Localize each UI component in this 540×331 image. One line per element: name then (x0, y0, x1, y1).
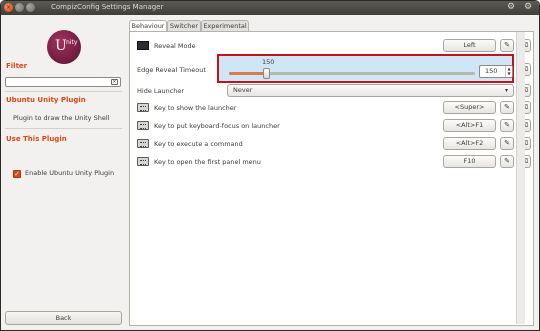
edge-reveal-highlight: 150 150 ▲ ▼ (217, 54, 514, 83)
logo-suffix: nity (66, 39, 78, 46)
enable-plugin-label[interactable]: Enable Ubuntu Unity Plugin (25, 169, 120, 178)
window-title: CompizConfig Settings Manager (51, 3, 164, 11)
keyboard-focus-row: Key to put keyboard-focus on launcher <A… (130, 117, 533, 134)
sidebar: U nity Filter × Ubuntu Unity Plugin Plug… (1, 15, 126, 330)
keyboard-icon (137, 103, 149, 112)
execute-command-label: Key to execute a command (154, 140, 243, 148)
panel-menu-key-button[interactable]: F10 (443, 155, 496, 168)
reveal-mode-button[interactable]: Left (443, 39, 496, 52)
back-button[interactable]: Back (5, 311, 122, 325)
keyboard-focus-key-button[interactable]: <Alt>F1 (443, 119, 496, 132)
hide-launcher-label: Hide Launcher (137, 87, 185, 95)
use-plugin-heading: Use This Plugin (6, 135, 67, 143)
title-bar: × CompizConfig Settings Manager ⚙ ⚙ (1, 1, 539, 15)
slider-handle[interactable] (263, 68, 270, 79)
execute-command-key-button[interactable]: <Alt>F2 (443, 137, 496, 150)
window-minimize-button[interactable] (15, 3, 24, 12)
hide-launcher-select[interactable]: Never ▾ (227, 84, 514, 97)
divider (5, 91, 122, 92)
spinbox-arrows[interactable]: ▲ ▼ (505, 66, 512, 77)
window-close-button[interactable]: × (4, 3, 13, 12)
keyboard-icon (137, 157, 149, 166)
plugin-heading: Ubuntu Unity Plugin (6, 96, 86, 104)
window-maximize-button[interactable] (26, 3, 35, 12)
edit-icon[interactable]: ✎ (500, 119, 514, 132)
edit-icon[interactable]: ✎ (500, 101, 514, 114)
edit-icon[interactable]: ✎ (500, 155, 514, 168)
filter-input[interactable]: × (5, 77, 121, 87)
slider-value-label: 150 (262, 58, 275, 66)
panel-menu-label: Key to open the first panel menu (154, 158, 261, 166)
show-launcher-key-button[interactable]: <Super> (443, 101, 496, 114)
edge-reveal-label: Edge Reveal Timeout (137, 66, 206, 74)
filter-heading: Filter (6, 62, 28, 70)
filter-clear-icon[interactable]: × (111, 79, 118, 85)
tab-switcher[interactable]: Switcher (167, 20, 201, 31)
hide-launcher-row: Hide Launcher Never ▾ ⌫ (130, 82, 533, 99)
unity-logo: U nity (47, 30, 81, 64)
hide-launcher-value: Never (233, 86, 253, 94)
enable-plugin-checkbox[interactable]: ✓ (13, 170, 21, 178)
vertical-scrollbar[interactable] (516, 32, 525, 324)
keyboard-icon (137, 121, 149, 130)
settings-gear-icon[interactable]: ⚙ (524, 2, 532, 12)
spin-down-icon[interactable]: ▼ (506, 71, 512, 76)
edge-reveal-spinbox[interactable]: 150 ▲ ▼ (479, 65, 513, 78)
divider (5, 128, 122, 129)
spinbox-value: 150 (485, 67, 498, 75)
tab-experimental[interactable]: Experimental (201, 20, 249, 31)
reveal-mode-row: Reveal Mode Left ✎ ⌫ (130, 37, 533, 54)
ccsm-window: × CompizConfig Settings Manager ⚙ ⚙ U ni… (0, 0, 540, 331)
chevron-down-icon: ▾ (504, 87, 508, 94)
monitor-icon (137, 41, 149, 50)
edit-icon[interactable]: ✎ (500, 137, 514, 150)
edge-reveal-slider[interactable] (229, 68, 475, 79)
execute-command-row: Key to execute a command <Alt>F2 ✎ ⌫ (130, 135, 533, 152)
keyboard-icon (137, 139, 149, 148)
keyboard-focus-label: Key to put keyboard-focus on launcher (154, 122, 280, 130)
show-launcher-label: Key to show the launcher (154, 104, 237, 112)
plugin-description: Plugin to draw the Unity Shell (13, 114, 110, 122)
gear-icon[interactable]: ⚙ (507, 2, 515, 12)
settings-panel: Reveal Mode Left ✎ ⌫ Edge Reveal Timeout… (129, 31, 534, 326)
reveal-mode-label: Reveal Mode (154, 42, 196, 50)
slider-fill (229, 72, 266, 75)
show-launcher-row: Key to show the launcher <Super> ✎ ⌫ (130, 99, 533, 116)
edit-icon[interactable]: ✎ (500, 39, 514, 52)
panel-menu-row: Key to open the first panel menu F10 ✎ ⌫ (130, 153, 533, 170)
